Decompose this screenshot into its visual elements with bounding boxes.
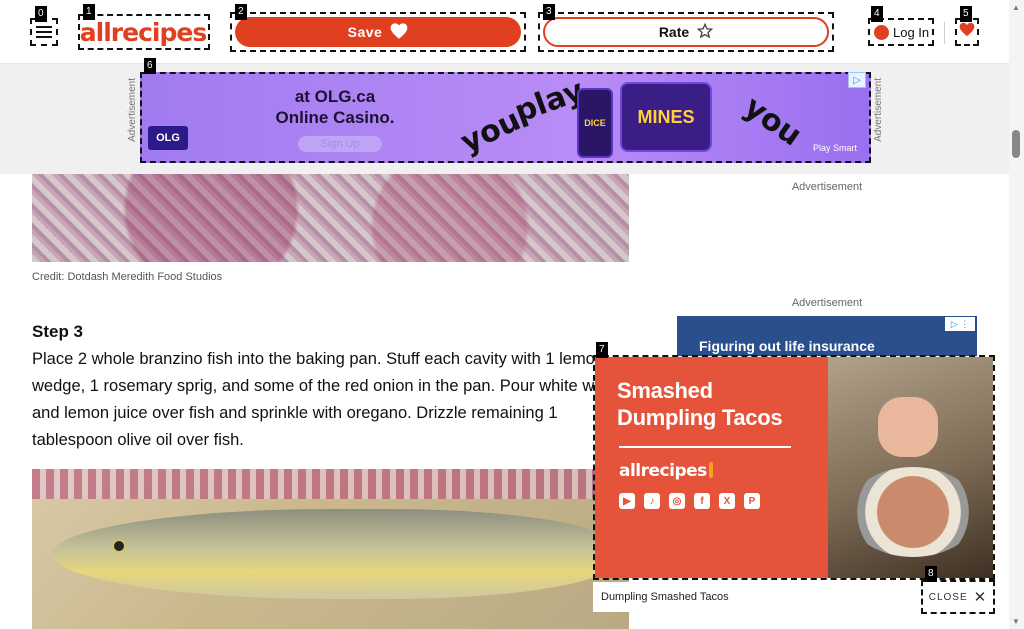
- video-caption: Dumpling Smashed Tacos: [601, 591, 729, 603]
- scroll-up-icon[interactable]: ▲: [1012, 3, 1020, 12]
- adchoices-icon[interactable]: ▷: [848, 72, 866, 88]
- social-icons: ▶ ♪ ◎ f X P: [619, 493, 760, 509]
- menu-button[interactable]: [30, 18, 58, 46]
- allrecipes-logo[interactable]: allrecipes: [78, 14, 210, 50]
- ad-word: you: [737, 89, 809, 154]
- close-icon: ✕: [973, 589, 988, 606]
- heart-icon: [959, 22, 975, 42]
- rate-button[interactable]: Rate: [543, 17, 829, 47]
- ad-game-dice: DICE: [577, 88, 613, 158]
- marker-label: 5: [960, 6, 972, 22]
- ad-headline: at OLG.ca Online Casino.: [260, 86, 410, 128]
- video-brand-text: allrecipes: [619, 461, 707, 481]
- facebook-icon: f: [694, 493, 710, 509]
- saved-items-button[interactable]: [955, 18, 979, 46]
- login-label: Log In: [893, 24, 930, 40]
- ad-playsmart: Play Smart: [812, 143, 857, 153]
- close-label: CLOSE: [928, 591, 968, 603]
- logo-text: allrecipes: [79, 17, 207, 47]
- marker-label: 4: [871, 6, 883, 22]
- marker-label: 0: [35, 6, 47, 22]
- ad-game-mines: MINES: [620, 82, 712, 152]
- olg-ad-banner[interactable]: OLG at OLG.ca Online Casino. Sign Up you…: [140, 72, 871, 163]
- site-header: allrecipes Save Rate Log In: [0, 0, 1009, 64]
- marker-label: 8: [925, 566, 937, 582]
- scrollbar[interactable]: ▲ ▼: [1009, 0, 1024, 629]
- tiktok-icon: ♪: [644, 493, 660, 509]
- step-heading: Step 3: [32, 322, 84, 341]
- rail-ad-label: Advertisement: [791, 181, 863, 193]
- x-icon: X: [719, 493, 735, 509]
- marker-label: 2: [235, 4, 247, 20]
- heart-icon: [390, 22, 408, 42]
- rate-button-wrapper: Rate: [538, 12, 834, 52]
- olg-logo: OLG: [148, 126, 188, 150]
- video-title: Smashed Dumpling Tacos: [617, 378, 783, 430]
- user-icon: [874, 24, 889, 40]
- video-frame: [828, 357, 993, 578]
- header-divider: [944, 22, 945, 44]
- rail-ad-label: Advertisement: [791, 297, 863, 309]
- instagram-icon: ◎: [669, 493, 685, 509]
- scroll-thumb[interactable]: [1012, 130, 1020, 158]
- pinterest-icon: P: [744, 493, 760, 509]
- rate-label: Rate: [658, 24, 690, 40]
- marker-label: 1: [83, 4, 95, 20]
- login-button[interactable]: Log In: [868, 18, 934, 46]
- save-button-wrapper: Save: [230, 12, 526, 52]
- ad-side-label: Advertisement: [873, 78, 884, 142]
- step-3-image: [32, 469, 629, 629]
- image-credit: Credit: Dotdash Meredith Food Studios: [32, 271, 223, 283]
- marker-label: 7: [596, 342, 608, 358]
- marker-label: 6: [144, 58, 156, 74]
- spoon-icon: [708, 462, 713, 478]
- step-2-image: [32, 174, 629, 262]
- hamburger-icon: [36, 31, 52, 33]
- star-icon: [696, 22, 714, 42]
- ad-headline-line2: Online Casino.: [275, 108, 395, 127]
- step-text: Place 2 whole branzino fish into the bak…: [32, 350, 617, 449]
- close-video-button[interactable]: CLOSE ✕: [921, 580, 995, 614]
- youtube-icon: ▶: [619, 493, 635, 509]
- video-divider: [619, 446, 791, 448]
- video-title-card: Smashed Dumpling Tacos allrecipes ▶ ♪ ◎ …: [595, 357, 828, 578]
- scroll-down-icon[interactable]: ▼: [1012, 617, 1020, 626]
- ad-signup-button[interactable]: Sign Up: [298, 136, 382, 152]
- insurance-ad-text: Figuring out life insurance: [699, 338, 875, 354]
- save-label: Save: [347, 24, 383, 40]
- adchoices-icon[interactable]: ▷ ⋮: [945, 317, 975, 331]
- insurance-ad[interactable]: Figuring out life insurance ▷ ⋮: [677, 316, 977, 356]
- video-brand: allrecipes: [619, 461, 713, 481]
- ad-headline-line1: at OLG.ca: [294, 87, 376, 106]
- marker-label: 3: [543, 4, 555, 20]
- ad-side-label: Advertisement: [127, 78, 138, 142]
- save-button[interactable]: Save: [235, 17, 521, 47]
- video-player[interactable]: Smashed Dumpling Tacos allrecipes ▶ ♪ ◎ …: [593, 355, 995, 580]
